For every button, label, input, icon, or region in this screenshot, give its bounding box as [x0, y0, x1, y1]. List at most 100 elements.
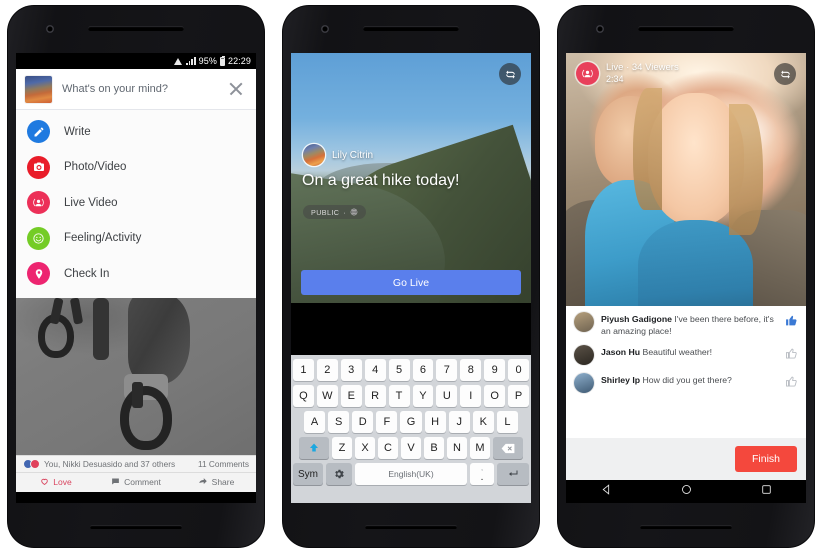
- key-2[interactable]: 2: [316, 359, 338, 381]
- screenshot-stage: 95% 22:29 What's on your mind? Write Pho…: [0, 0, 826, 553]
- list-item[interactable]: Piyush Gadigone I've been there before, …: [574, 312, 798, 337]
- globe-icon: [350, 208, 358, 216]
- like-button[interactable]: [785, 373, 798, 393]
- key-l[interactable]: L: [496, 411, 518, 433]
- key-3[interactable]: 3: [340, 359, 362, 381]
- key-u[interactable]: U: [436, 385, 458, 407]
- key-g[interactable]: G: [400, 411, 422, 433]
- key-m[interactable]: M: [470, 437, 490, 459]
- flip-camera-icon: [780, 69, 790, 79]
- live-status-badge: Live · 34 Viewers 2:34: [576, 62, 679, 85]
- keyboard-row-function: Sym English(UK) ‚ .: [293, 463, 529, 485]
- finish-button[interactable]: Finish: [734, 446, 797, 472]
- phone-composer: 95% 22:29 What's on your mind? Write Pho…: [8, 6, 264, 547]
- key-j[interactable]: J: [448, 411, 470, 433]
- key-9[interactable]: 9: [484, 359, 506, 381]
- key-t[interactable]: T: [388, 385, 410, 407]
- earpiece-speaker: [363, 26, 459, 31]
- comment-text: Jason Hu Beautiful weather!: [601, 345, 778, 359]
- key-s[interactable]: S: [328, 411, 350, 433]
- phone-screen: Live · 34 Viewers 2:34 Piyush Gadigone I…: [566, 53, 806, 503]
- key-w[interactable]: W: [316, 385, 338, 407]
- list-item[interactable]: Jason Hu Beautiful weather!: [574, 345, 798, 366]
- key-i[interactable]: I: [460, 385, 482, 407]
- signal-icon: [186, 57, 196, 65]
- ring-shape: [120, 385, 172, 450]
- enter-icon: [509, 470, 518, 476]
- key-p[interactable]: P: [508, 385, 530, 407]
- enter-key[interactable]: [497, 463, 529, 485]
- key-n[interactable]: N: [447, 437, 467, 459]
- phone-screen: 95% 22:29 What's on your mind? Write Pho…: [16, 53, 256, 503]
- share-button[interactable]: Share: [176, 477, 256, 487]
- key-e[interactable]: E: [340, 385, 362, 407]
- thumbs-up-icon: [786, 349, 797, 359]
- composer-header: What's on your mind?: [16, 69, 256, 110]
- comment-author: Jason Hu: [601, 347, 641, 358]
- comment-message: Beautiful weather!: [642, 347, 713, 358]
- privacy-selector[interactable]: PUBLIC ·: [303, 205, 367, 219]
- key-d[interactable]: D: [352, 411, 374, 433]
- like-button[interactable]: [785, 312, 798, 332]
- key-1[interactable]: 1: [292, 359, 314, 381]
- key-0[interactable]: 0: [508, 359, 530, 381]
- punctuation-key[interactable]: ‚ .: [470, 463, 494, 485]
- comment-button[interactable]: Comment: [96, 477, 176, 487]
- wifi-icon: [174, 57, 183, 65]
- key-o[interactable]: O: [484, 385, 506, 407]
- key-z[interactable]: Z: [332, 437, 352, 459]
- list-item[interactable]: Shirley Ip How did you get there?: [574, 373, 798, 394]
- menu-item-write[interactable]: Write: [16, 114, 256, 150]
- love-button[interactable]: Love: [16, 477, 96, 487]
- key-f[interactable]: F: [376, 411, 398, 433]
- key-q[interactable]: Q: [292, 385, 314, 407]
- bottom-speaker-grille: [365, 525, 457, 529]
- key-b[interactable]: B: [424, 437, 444, 459]
- composer-placeholder[interactable]: What's on your mind?: [62, 83, 227, 95]
- key-5[interactable]: 5: [388, 359, 410, 381]
- key-k[interactable]: K: [472, 411, 494, 433]
- key-v[interactable]: V: [401, 437, 421, 459]
- backspace-key[interactable]: [493, 437, 523, 459]
- menu-item-live-video[interactable]: Live Video: [16, 185, 256, 221]
- keyboard-settings-key[interactable]: [326, 463, 352, 485]
- key-x[interactable]: X: [355, 437, 375, 459]
- phone-top-bezel: [558, 6, 814, 53]
- menu-item-feeling-activity[interactable]: Feeling/Activity: [16, 221, 256, 257]
- key-a[interactable]: A: [304, 411, 326, 433]
- reactions-summary[interactable]: You, Nikki Desuasido and 37 others: [44, 459, 175, 469]
- flip-camera-button[interactable]: [774, 63, 796, 85]
- home-nav-button[interactable]: [680, 483, 693, 501]
- key-8[interactable]: 8: [460, 359, 482, 381]
- key-c[interactable]: C: [378, 437, 398, 459]
- flip-camera-button[interactable]: [499, 63, 521, 85]
- key-y[interactable]: Y: [412, 385, 434, 407]
- key-6[interactable]: 6: [412, 359, 434, 381]
- space-key[interactable]: English(UK): [355, 463, 467, 485]
- keyboard-row-bottom: Z X C V B N M: [293, 437, 529, 459]
- android-nav-bar: [566, 480, 806, 503]
- key-4[interactable]: 4: [364, 359, 386, 381]
- battery-icon: [219, 55, 225, 66]
- punct-main-label: .: [480, 472, 484, 483]
- shift-key[interactable]: [299, 437, 329, 459]
- comment-text: Piyush Gadigone I've been there before, …: [601, 312, 778, 337]
- go-live-button[interactable]: Go Live: [301, 270, 521, 295]
- key-r[interactable]: R: [364, 385, 386, 407]
- comment-author: Piyush Gadigone: [601, 314, 672, 324]
- menu-item-check-in[interactable]: Check In: [16, 256, 256, 292]
- like-button[interactable]: [785, 345, 798, 365]
- recents-nav-button[interactable]: [760, 483, 773, 501]
- menu-item-photo-video[interactable]: Photo/Video: [16, 150, 256, 186]
- key-7[interactable]: 7: [436, 359, 458, 381]
- close-icon[interactable]: [227, 80, 245, 98]
- feed-buttons: Love Comment Share: [16, 471, 256, 492]
- back-nav-button[interactable]: [600, 483, 613, 501]
- live-elapsed-label: 2:34: [606, 73, 624, 84]
- comments-count[interactable]: 11 Comments: [198, 459, 249, 469]
- key-h[interactable]: H: [424, 411, 446, 433]
- symbols-key[interactable]: Sym: [293, 463, 323, 485]
- broadcast-title-input[interactable]: On a great hike today!: [302, 172, 459, 190]
- earpiece-speaker: [88, 26, 184, 31]
- live-video-preview: Live · 34 Viewers 2:34: [566, 53, 806, 306]
